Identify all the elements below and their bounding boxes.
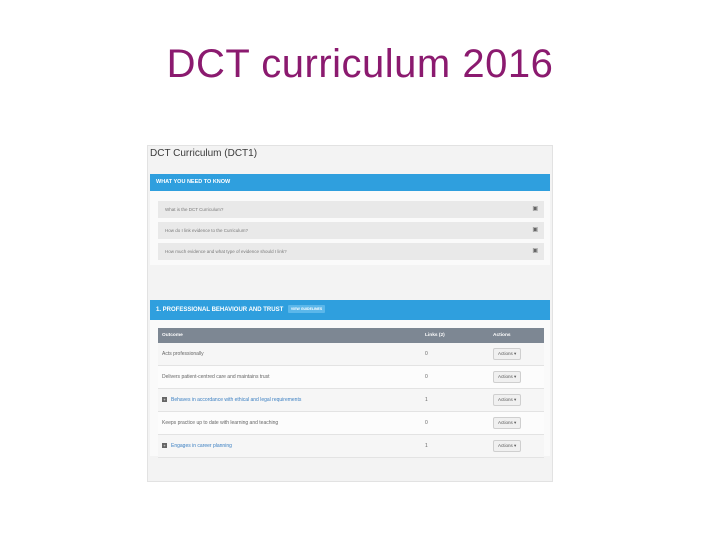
links-cell: 1 [421, 388, 489, 412]
actions-cell: Actions ▾ [489, 388, 544, 412]
faq-item-label: How do I link evidence to the Curriculum… [165, 228, 249, 233]
plus-square-icon[interactable]: + [162, 397, 167, 403]
outcome-link[interactable]: Behaves in accordance with ethical and l… [171, 397, 301, 403]
plus-icon[interactable]: ▣ [532, 201, 538, 218]
table-row: Keeps practice up to date with learning … [158, 411, 544, 435]
section-header-professional-behaviour: 1. PROFESSIONAL BEHAVIOUR AND TRUST VIEW… [150, 300, 550, 320]
outcome-cell: + Engages in career planning [158, 434, 421, 458]
outcome-cell: Acts professionally [158, 343, 421, 366]
table-row: + Engages in career planning 1 Actions ▾ [158, 434, 544, 458]
outcome-text: Keeps practice up to date with learning … [162, 420, 279, 426]
faq-item[interactable]: What is the DCT Curriculum? ▣ [158, 201, 544, 218]
table-row: Acts professionally 0 Actions ▾ [158, 343, 544, 366]
actions-cell: Actions ▾ [489, 411, 544, 435]
faq-item-label: How much evidence and what type of evide… [165, 249, 287, 254]
faq-item-label: What is the DCT Curriculum? [165, 207, 224, 212]
plus-icon[interactable]: ▣ [532, 222, 538, 239]
links-cell: 0 [421, 411, 489, 435]
outcomes-table: Outcome Links (2) Actions Acts professio… [158, 328, 544, 458]
column-header-actions: Actions [489, 328, 544, 343]
slide-title: DCT curriculum 2016 [166, 42, 554, 86]
column-header-links: Links (2) [421, 328, 489, 343]
outcome-cell: Delivers patient-centred care and mainta… [158, 365, 421, 389]
faq-panel: What is the DCT Curriculum? ▣ How do I l… [150, 191, 550, 265]
table-header-row: Outcome Links (2) Actions [158, 328, 544, 343]
plus-square-icon[interactable]: + [162, 443, 167, 449]
outcome-cell: Keeps practice up to date with learning … [158, 411, 421, 435]
actions-cell: Actions ▾ [489, 365, 544, 389]
actions-cell: Actions ▾ [489, 434, 544, 458]
actions-dropdown-button[interactable]: Actions ▾ [493, 417, 522, 429]
column-header-outcome: Outcome [158, 328, 421, 343]
links-cell: 0 [421, 343, 489, 366]
outcome-link[interactable]: Engages in career planning [171, 443, 232, 449]
outcome-cell: + Behaves in accordance with ethical and … [158, 388, 421, 412]
table-row: Delivers patient-centred care and mainta… [158, 365, 544, 389]
actions-dropdown-button[interactable]: Actions ▾ [493, 440, 522, 452]
actions-dropdown-button[interactable]: Actions ▾ [493, 371, 522, 383]
section-title: 1. PROFESSIONAL BEHAVIOUR AND TRUST [156, 307, 284, 313]
outcome-text: Acts professionally [162, 351, 204, 357]
section-header-what-you-need-to-know: WHAT YOU NEED TO KNOW [150, 174, 550, 191]
outcome-text: Delivers patient-centred care and mainta… [162, 374, 270, 380]
actions-cell: Actions ▾ [489, 343, 544, 366]
plus-icon[interactable]: ▣ [532, 243, 538, 260]
faq-item[interactable]: How much evidence and what type of evide… [158, 243, 544, 260]
table-row: + Behaves in accordance with ethical and … [158, 388, 544, 412]
actions-dropdown-button[interactable]: Actions ▾ [493, 394, 522, 406]
view-guidelines-button[interactable]: VIEW GUIDELINES [287, 305, 326, 314]
links-cell: 0 [421, 365, 489, 389]
curriculum-screenshot: DCT Curriculum (DCT1) WHAT YOU NEED TO K… [147, 145, 553, 482]
links-cell: 1 [421, 434, 489, 458]
faq-item[interactable]: How do I link evidence to the Curriculum… [158, 222, 544, 239]
page-title: DCT Curriculum (DCT1) [150, 148, 258, 159]
actions-dropdown-button[interactable]: Actions ▾ [493, 348, 522, 360]
outcomes-panel: Outcome Links (2) Actions Acts professio… [150, 320, 550, 458]
